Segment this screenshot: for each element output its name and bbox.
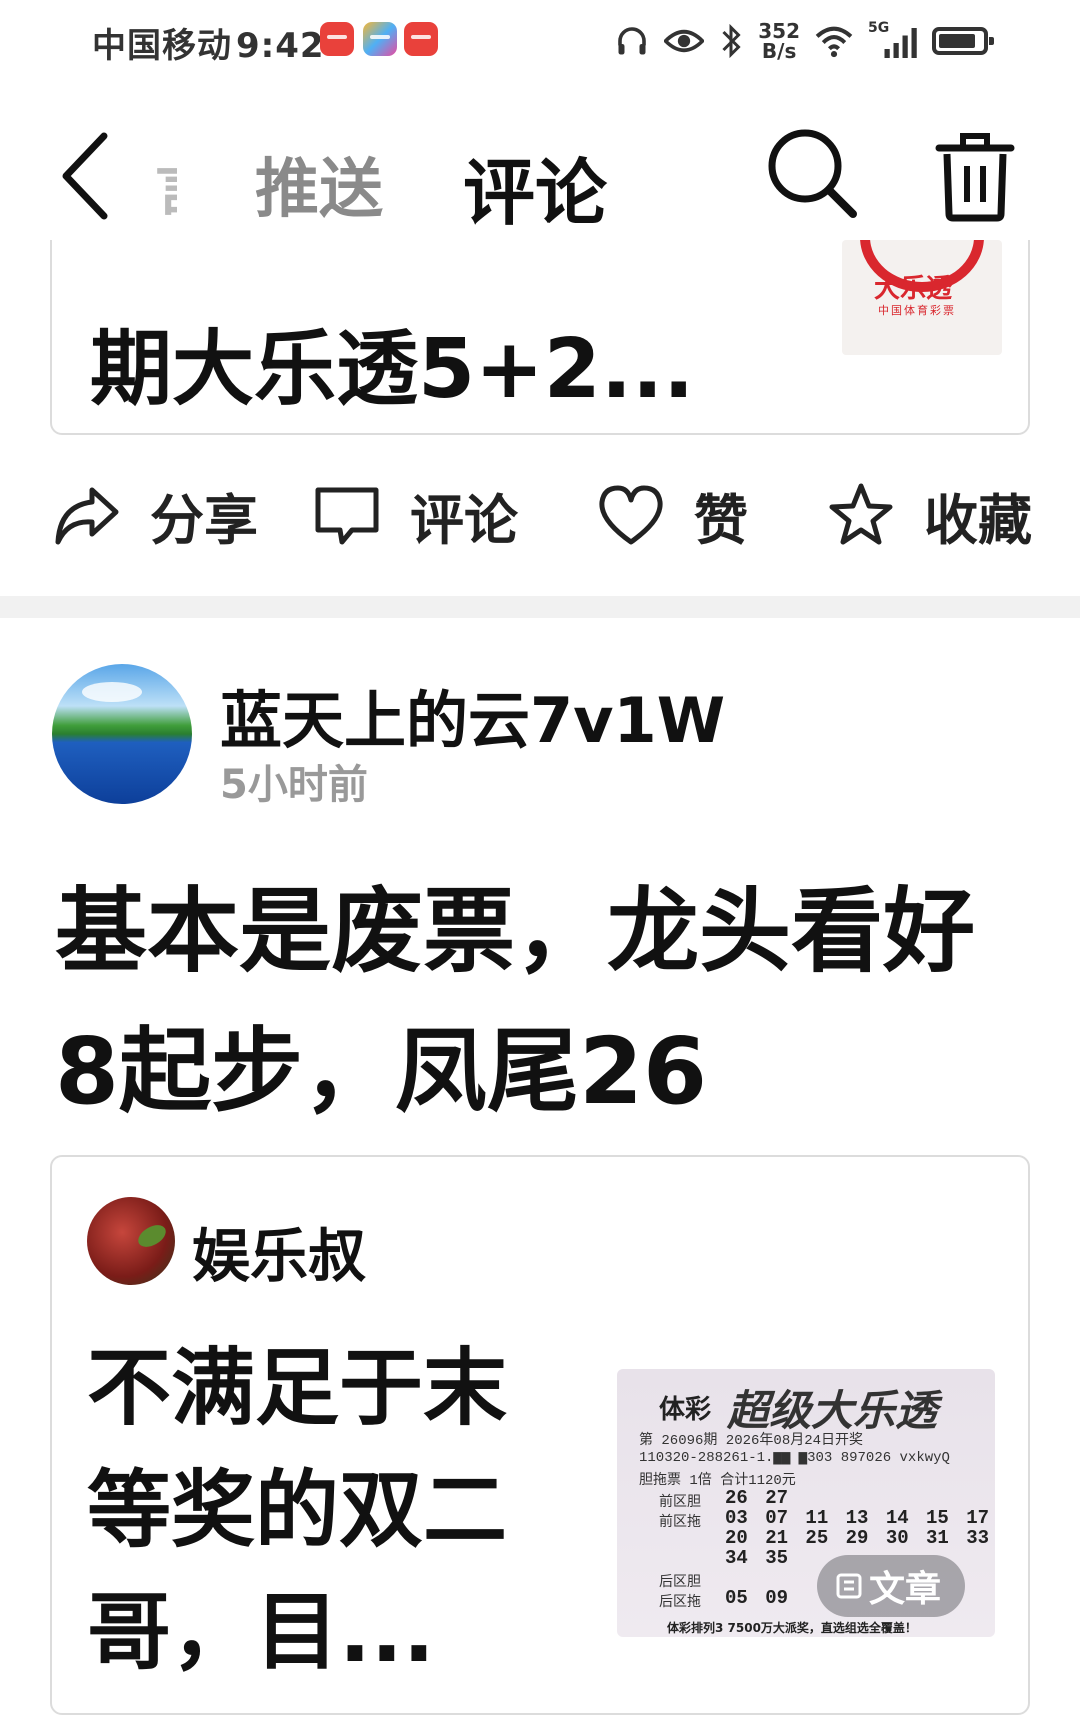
net-speed-unit: B/s (761, 39, 797, 63)
trash-icon[interactable] (935, 130, 1015, 222)
comment-button[interactable]: 评论 (312, 470, 518, 560)
favorite-button[interactable]: 收藏 (826, 470, 1032, 560)
theme-app-notification-icon (363, 22, 397, 56)
article-badge-label: 文章 (869, 1569, 942, 1610)
ticket-back-dan-label: 后区胆 (659, 1574, 701, 1590)
tab-partial-hidden[interactable]: 言 (155, 142, 177, 226)
comment-bubble-icon (315, 487, 379, 545)
ticket-brand-small: 体彩 (659, 1395, 712, 1425)
ticket-front-dan: 26 27 (725, 1487, 789, 1509)
article-icon (836, 1573, 862, 1599)
eye-comfort-icon (664, 29, 705, 53)
bluetooth-icon (722, 23, 741, 59)
star-icon (829, 483, 893, 545)
heart-icon (599, 485, 663, 545)
thumb-subtitle: 中国体育彩票 (878, 304, 956, 317)
comment-timestamp: 5小时前 (220, 762, 368, 808)
ticket-front-tuo-1: 03 07 11 13 14 15 17 (725, 1507, 990, 1529)
signal-5g: 5G (868, 20, 918, 58)
ticket-back-tuo: 05 09 (725, 1587, 789, 1609)
quoted-post-card[interactable]: 娱乐叔 不满足于末等奖的双二哥，目... 体彩 超级大乐透 第 26096期 2… (50, 1155, 1030, 1715)
headphones-icon (618, 27, 647, 55)
favorite-label: 收藏 (924, 488, 1032, 552)
share-label: 分享 (150, 488, 258, 552)
action-bar: 分享 评论 赞 收藏 (0, 470, 1080, 560)
like-button[interactable]: 赞 (596, 470, 748, 560)
comment-label: 评论 (410, 488, 518, 552)
avatar[interactable] (52, 664, 192, 804)
thumb-brand: 大乐透 (874, 274, 953, 304)
ticket-back-tuo-label: 后区拖 (659, 1594, 701, 1610)
share-icon (55, 487, 119, 545)
net-speed: 352 B/s (758, 21, 800, 61)
huawei-app-notification-icon-2 (404, 22, 438, 56)
article-badge: 文章 (817, 1555, 965, 1617)
shared-article-card[interactable]: 期大乐透5+2... 大乐透 中国体育彩票 (50, 240, 1030, 435)
back-arrow-icon[interactable] (56, 130, 116, 222)
ticket-serial-line: 110320-288261-1.▆▆ ▆303 897026 vxkwyQ (639, 1450, 950, 1466)
ticket-footer: 体彩排列3 7500万大派奖，直选组选全覆盖！ (667, 1621, 917, 1635)
comment-username[interactable]: 蓝天上的云7v1W (220, 670, 725, 760)
carrier-name: 中国移动 (92, 26, 232, 66)
article-thumbnail: 大乐透 中国体育彩票 (842, 240, 1002, 355)
tab-comment-active[interactable]: 评论 (463, 134, 607, 239)
ticket-front-tuo-label: 前区拖 (659, 1514, 701, 1530)
section-divider (0, 596, 1080, 618)
quoted-post-text: 不满足于末等奖的双二哥，目... (87, 1339, 508, 1681)
ticket-front-tuo-3: 34 35 (725, 1547, 789, 1569)
wifi-icon (815, 26, 853, 58)
clock: 9:42 (236, 26, 325, 66)
huawei-app-notification-icon (320, 22, 354, 56)
quoted-author-avatar (87, 1197, 175, 1285)
battery-icon (932, 27, 994, 55)
like-label: 赞 (694, 488, 748, 552)
search-icon[interactable] (765, 126, 860, 221)
article-title: 期大乐透5+2... (90, 322, 695, 417)
status-icons: 352 B/s 5G (614, 16, 994, 66)
ticket-issue-line: 第 26096期 2026年08月24日开奖 (639, 1433, 864, 1449)
share-button[interactable]: 分享 (52, 470, 258, 560)
status-bar: 中国移动 9:42 352 B/s 5G (0, 0, 1080, 80)
top-nav: 言 推送 评论 (0, 100, 1080, 250)
quoted-author-name: 娱乐叔 (192, 1222, 367, 1290)
lottery-ticket-image: 体彩 超级大乐透 第 26096期 2026年08月24日开奖 110320-2… (617, 1369, 995, 1637)
carrier-time: 中国移动 9:42 (92, 18, 325, 67)
ticket-type-line: 胆拖票 1倍 合计1120元 (639, 1473, 796, 1489)
net-speed-value: 352 (758, 19, 800, 43)
cell-signal-icon (884, 28, 917, 58)
tab-push[interactable]: 推送 (255, 138, 383, 230)
comment-body: 基本是废票，龙头看好8起步，凤尾26 (55, 878, 976, 1125)
ticket-front-tuo-2: 20 21 25 29 30 31 33 (725, 1527, 990, 1549)
ticket-front-dan-label: 前区胆 (659, 1494, 701, 1510)
